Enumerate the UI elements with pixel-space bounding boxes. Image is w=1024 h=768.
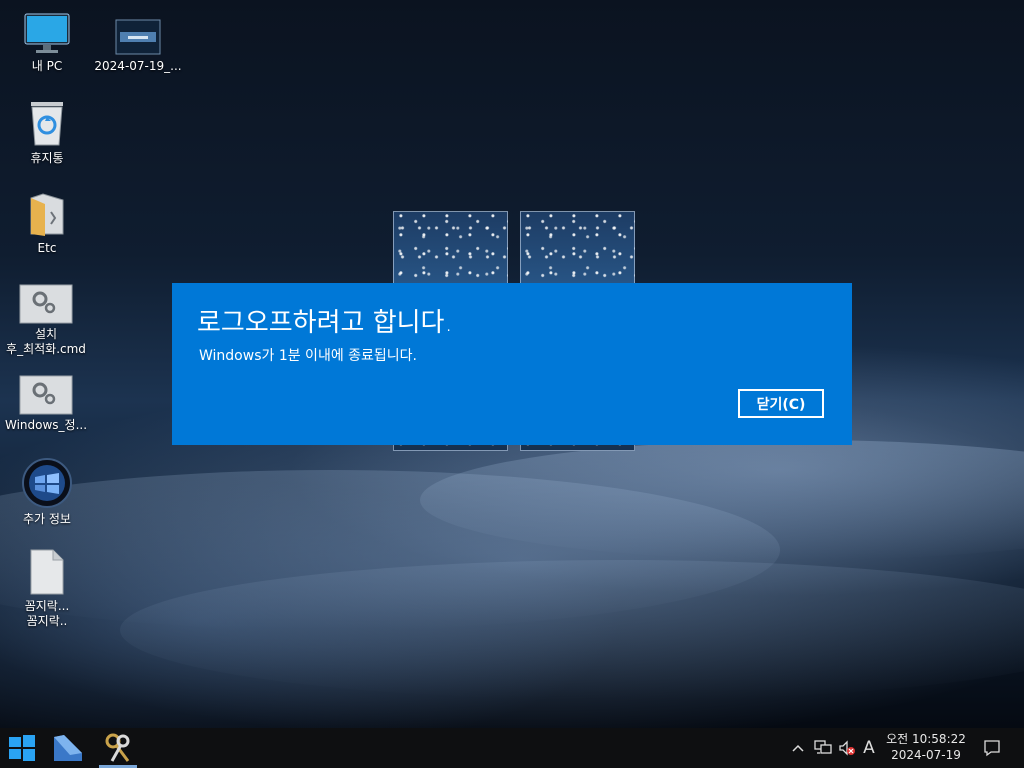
clock-date: 2024-07-19: [891, 748, 961, 762]
network-tray-button[interactable]: [811, 728, 835, 768]
desktop-icon-label: Etc: [37, 241, 57, 255]
desktop-icon-recycle-bin[interactable]: 휴지통: [1, 98, 93, 166]
desktop-icon-label: Windows_정...: [4, 418, 88, 432]
taskbar-keys-app[interactable]: [96, 728, 140, 768]
action-center-button[interactable]: [978, 728, 1006, 768]
desktop-icon-label: 추가 정보: [23, 512, 71, 526]
desktop-icon-extra-info[interactable]: 추가 정보: [1, 457, 93, 527]
chevron-up-icon: [792, 744, 804, 752]
desktop: 내 PC 2024-07-19_... 휴지통 Etc 설치 후_최적화.cmd…: [0, 0, 1024, 728]
desktop-icon-setup-cmd[interactable]: 설치 후_최적화.cmd: [0, 284, 92, 357]
desktop-icon-screenshot[interactable]: 2024-07-19_...: [92, 18, 184, 74]
taskbar: A 오전 10:58:22 2024-07-19: [0, 728, 1024, 768]
app-tile-icon: [54, 735, 82, 761]
clock[interactable]: 오전 10:58:22 2024-07-19: [880, 731, 972, 763]
recycle-bin-icon: [31, 102, 63, 146]
keys-tool-icon: [105, 733, 130, 762]
desktop-icon-my-pc[interactable]: 내 PC: [1, 12, 93, 74]
cmd-gear-icon: [19, 284, 73, 324]
logoff-dialog: 로그오프하려고 합니다. Windows가 1분 이내에 종료됩니다. 닫기(C…: [172, 283, 852, 445]
desktop-icon-etc-folder[interactable]: Etc: [1, 190, 93, 256]
taskbar-pinned-app[interactable]: [46, 728, 90, 768]
ime-indicator[interactable]: A: [858, 728, 880, 768]
windows-logo-icon: [9, 735, 35, 761]
desktop-icon-label-line1: 설치: [34, 327, 58, 341]
volume-tray-button[interactable]: [836, 728, 858, 768]
notification-icon: [984, 740, 1000, 757]
desktop-icon-label-line2: 후_최적화.cmd: [6, 342, 86, 356]
desktop-icon-label: 휴지통: [30, 151, 64, 165]
desktop-icon-windows-cmd[interactable]: Windows_정...: [0, 375, 92, 433]
desktop-icon-label-line2: 꼼지락..: [26, 614, 68, 628]
monitor-icon: [24, 13, 70, 53]
document-icon: [30, 549, 64, 595]
clock-time: 오전 10:58:22: [886, 732, 966, 746]
desktop-icon-label-line1: 꼼지락...: [24, 599, 70, 613]
dialog-message: Windows가 1분 이내에 종료됩니다.: [199, 348, 418, 364]
show-hidden-icons-button[interactable]: [788, 728, 808, 768]
volume-muted-icon: [839, 740, 855, 756]
start-button[interactable]: [0, 728, 44, 768]
desktop-icon-label: 2024-07-19_...: [94, 59, 182, 73]
screenshot-thumbnail-icon: [115, 19, 161, 55]
folder-icon: [30, 193, 64, 236]
close-button[interactable]: 닫기(C): [738, 389, 824, 418]
cmd-gear-icon: [19, 375, 73, 415]
dialog-title: 로그오프하려고 합니다.: [197, 308, 453, 338]
wallpaper-wave: [120, 560, 1024, 700]
desktop-icon-label: 내 PC: [31, 59, 63, 73]
desktop-icon-document[interactable]: 꼼지락... 꼼지락..: [1, 548, 93, 629]
windows-orb-icon: [22, 458, 72, 508]
network-icon: [814, 740, 832, 754]
